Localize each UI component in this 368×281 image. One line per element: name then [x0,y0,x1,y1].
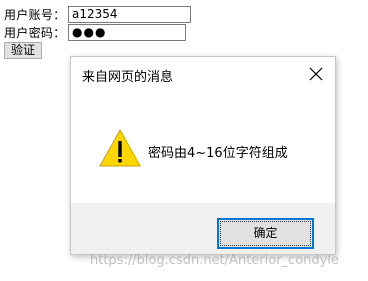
dialog-footer: 确定 [71,203,335,254]
password-input[interactable]: ●●● [68,23,186,41]
ok-button[interactable]: 确定 [217,218,314,249]
dialog-title: 来自网页的消息 [82,70,174,85]
watermark: https://blog.csdn.net/Anterior_condyle [90,253,339,268]
password-label: 用户密码： [4,25,66,40]
password-row: 用户密码： ●●● [4,23,186,41]
account-input[interactable]: a12354 [68,5,191,23]
close-icon[interactable] [308,66,324,82]
account-label: 用户账号： [4,7,66,22]
verify-button[interactable]: 验证 [4,42,42,59]
ok-button-label: 确定 [253,226,278,240]
page: 用户账号： a12354 用户密码： ●●● 验证 来自网页的消息 密码由4~1… [0,0,368,281]
account-row: 用户账号： a12354 [4,5,191,23]
alert-dialog: 来自网页的消息 密码由4~16位字符组成 确定 [70,56,336,255]
warning-icon [99,128,141,167]
dialog-message: 密码由4~16位字符组成 [148,146,288,161]
